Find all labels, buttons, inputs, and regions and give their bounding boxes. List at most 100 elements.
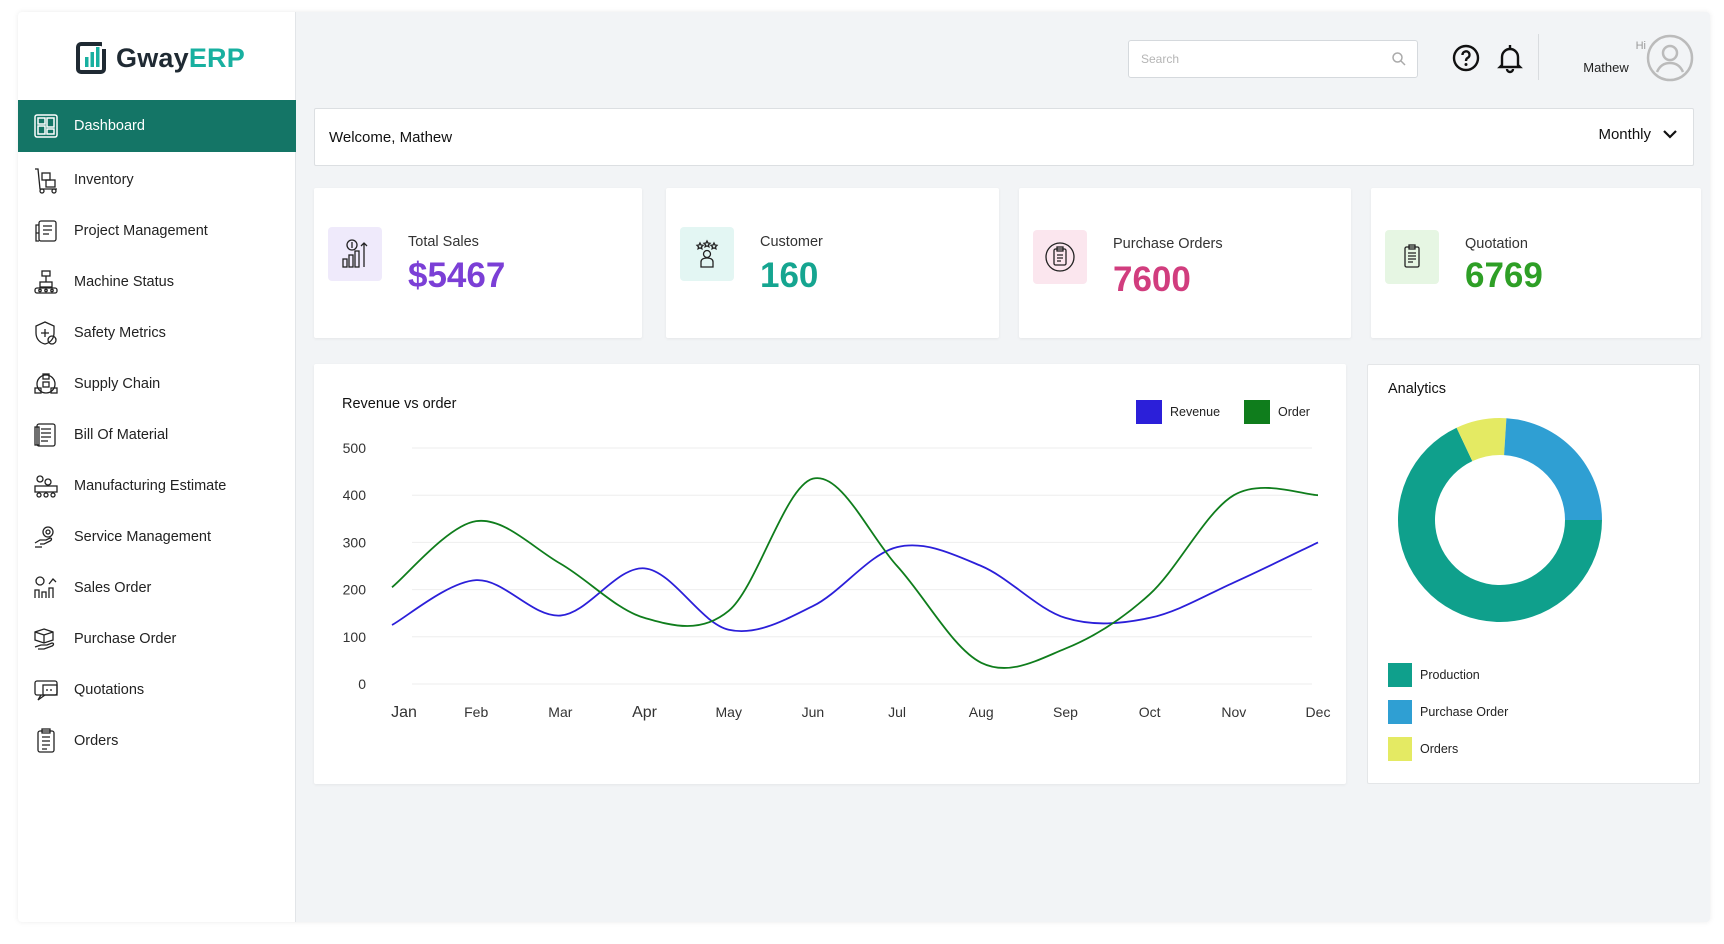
y-tick-label: 400 xyxy=(343,487,367,503)
x-tick-label: Mar xyxy=(548,704,572,720)
header-divider xyxy=(1538,34,1539,80)
x-tick-label: Sep xyxy=(1053,704,1078,720)
sidebar-item-machine-status[interactable]: Machine Status xyxy=(18,256,296,307)
stat-icon-bg xyxy=(680,227,734,281)
sidebar-item-dashboard[interactable]: Dashboard xyxy=(18,100,296,152)
stat-card-customer[interactable]: Customer 160 xyxy=(666,188,999,338)
dashboard-icon xyxy=(34,114,58,138)
legend-item-orders[interactable]: Orders xyxy=(1388,737,1458,761)
period-value: Monthly xyxy=(1598,125,1651,143)
stat-icon-bg xyxy=(328,227,382,281)
x-tick-label: Nov xyxy=(1221,704,1246,720)
x-tick-label: May xyxy=(716,704,742,720)
x-tick-label: Oct xyxy=(1139,704,1161,720)
bell-icon[interactable] xyxy=(1494,42,1526,74)
sidebar-item-orders[interactable]: Orders xyxy=(18,715,296,766)
supply-chain-icon xyxy=(34,372,58,394)
purchase-order-icon xyxy=(34,627,55,650)
stat-value: $5467 xyxy=(408,256,506,295)
sidebar-item-label: Machine Status xyxy=(74,273,174,290)
help-icon[interactable] xyxy=(1450,42,1482,74)
donut-slice-purchase-order[interactable] xyxy=(1504,418,1602,520)
user-name[interactable]: Mathew xyxy=(1566,60,1646,75)
sidebar-item-label: Safety Metrics xyxy=(74,324,166,341)
line-chart: 0 100 200 300 400 500 Jan Feb Mar Apr May Jun Jul Aug… xyxy=(343,440,1331,721)
safety-metrics-icon xyxy=(35,320,57,345)
stat-value: 6769 xyxy=(1465,256,1543,295)
legend-item-production[interactable]: Production xyxy=(1388,663,1480,687)
sidebar-item-inventory[interactable]: Inventory xyxy=(18,154,296,205)
sidebar: GwayERP Dashboard Inventory Project Mana… xyxy=(18,12,296,922)
legend-label: Production xyxy=(1420,668,1480,682)
sidebar-item-project-management[interactable]: Project Management xyxy=(18,205,296,256)
document-icon xyxy=(1404,244,1420,268)
inventory-icon xyxy=(35,167,57,194)
sidebar-item-bill-of-material[interactable]: Bill Of Material xyxy=(18,409,296,460)
donut-chart xyxy=(1398,418,1602,622)
sidebar-item-label: Orders xyxy=(74,732,119,749)
series-line-revenue[interactable] xyxy=(391,541,1319,632)
y-tick-label: 300 xyxy=(343,534,367,550)
search-icon[interactable] xyxy=(1391,51,1407,67)
machine-status-icon xyxy=(34,269,58,294)
sidebar-item-supply-chain[interactable]: Supply Chain xyxy=(18,358,296,409)
x-tick-label: Feb xyxy=(464,704,488,720)
search-box[interactable] xyxy=(1128,40,1418,78)
service-management-icon xyxy=(34,525,54,548)
welcome-text: Welcome, Mathew xyxy=(329,128,453,146)
sales-chart-icon xyxy=(342,239,368,268)
app-frame: GwayERP Dashboard Inventory Project Mana… xyxy=(18,12,1710,922)
avatar-icon[interactable] xyxy=(1646,34,1694,82)
sidebar-item-label: Bill Of Material xyxy=(74,426,169,443)
brand-name-part2: ERP xyxy=(188,42,245,73)
sidebar-nav: Dashboard Inventory Project Management M… xyxy=(18,100,296,766)
legend-swatch-orders xyxy=(1388,737,1412,761)
legend-item-purchase-order[interactable]: Purchase Order xyxy=(1388,700,1508,724)
revenue-order-chart-panel: Revenue vs order Revenue Order 0 100 200 30… xyxy=(314,364,1346,784)
brand-logo[interactable]: GwayERP xyxy=(76,38,245,78)
sidebar-item-safety-metrics[interactable]: Safety Metrics xyxy=(18,307,296,358)
sidebar-item-label: Inventory xyxy=(74,171,134,188)
sidebar-item-label: Quotations xyxy=(74,681,145,698)
project-management-icon xyxy=(35,219,57,242)
analytics-panel: Analytics Production Purchase Order Orde… xyxy=(1367,364,1700,784)
x-tick-label: Aug xyxy=(969,704,994,720)
sidebar-item-sales-order[interactable]: Sales Order xyxy=(18,562,296,613)
sidebar-item-label: Purchase Order xyxy=(74,630,177,647)
sidebar-item-service-management[interactable]: Service Management xyxy=(18,511,296,562)
stat-label: Purchase Orders xyxy=(1113,236,1223,252)
stat-icon-bg xyxy=(1385,230,1439,284)
x-tick-label: Jan xyxy=(391,704,417,721)
stat-label: Quotation xyxy=(1465,236,1528,252)
sidebar-item-label: Sales Order xyxy=(74,579,152,596)
sidebar-item-manufacturing-estimate[interactable]: Manufacturing Estimate xyxy=(18,460,296,511)
logo-icon xyxy=(76,41,110,74)
search-input[interactable] xyxy=(1141,52,1405,66)
sidebar-item-label: Service Management xyxy=(74,528,212,545)
stat-icon-bg xyxy=(1033,230,1087,284)
y-tick-label: 200 xyxy=(343,582,367,598)
legend-label: Orders xyxy=(1420,742,1459,756)
sidebar-item-purchase-order[interactable]: Purchase Order xyxy=(18,613,296,664)
brand-name: GwayERP xyxy=(116,43,245,74)
y-tick-label: 500 xyxy=(343,440,367,456)
orders-icon xyxy=(37,727,55,753)
x-tick-label: Jun xyxy=(802,704,825,720)
y-tick-label: 0 xyxy=(358,676,366,692)
manufacturing-estimate-icon xyxy=(34,474,58,498)
chevron-down-icon xyxy=(1663,130,1677,139)
sidebar-item-label: Supply Chain xyxy=(74,375,161,392)
period-select[interactable]: Monthly xyxy=(1598,125,1679,143)
brand-name-part1: Gway xyxy=(116,42,189,73)
sidebar-item-label: Dashboard xyxy=(74,118,145,134)
legend-swatch-purchase-order xyxy=(1388,700,1412,724)
welcome-bar: Welcome, Mathew Monthly xyxy=(314,108,1694,166)
sidebar-item-quotations[interactable]: Quotations xyxy=(18,664,296,715)
y-tick-label: 100 xyxy=(343,629,367,645)
stat-card-purchase-orders[interactable]: Purchase Orders 7600 xyxy=(1019,188,1351,338)
stat-value: 7600 xyxy=(1113,260,1191,299)
stat-card-total-sales[interactable]: Total Sales $5467 xyxy=(314,188,642,338)
legend-swatch-production xyxy=(1388,663,1412,687)
analytics-title: Analytics xyxy=(1388,381,1447,397)
stat-card-quotation[interactable]: Quotation 6769 xyxy=(1371,188,1701,338)
